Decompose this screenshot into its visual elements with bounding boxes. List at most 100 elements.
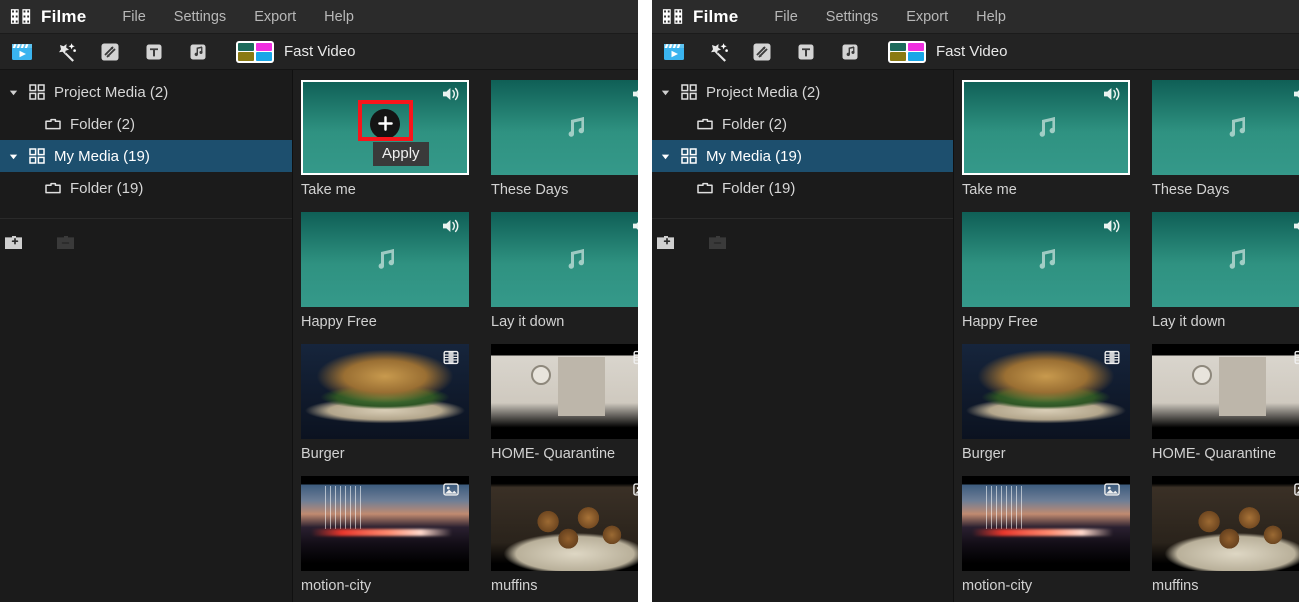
media-tile[interactable]: HOME- Quarantine <box>491 344 638 462</box>
sidebar-item-folder-project[interactable]: Folder (2) <box>0 108 292 140</box>
add-to-timeline-button[interactable] <box>370 108 400 139</box>
sidebar-item-folder-my-media[interactable]: Folder (19) <box>652 172 953 204</box>
toolbar-audio-button[interactable] <box>176 34 220 70</box>
toolbar-transition-button[interactable] <box>88 34 132 70</box>
media-thumbnail[interactable]: Apply <box>301 80 469 175</box>
sidebar-item-project-media[interactable]: Project Media (2) <box>0 76 292 108</box>
toolbar-effects-button[interactable] <box>44 34 88 70</box>
sidebar-item-my-media[interactable]: My Media (19) <box>652 140 953 172</box>
sidebar-item-label: Folder (19) <box>70 179 144 197</box>
sidebar-item-folder-project[interactable]: Folder (2) <box>652 108 953 140</box>
panel-body: Project Media (2) Folder (2) My Media (1… <box>652 70 1299 602</box>
app-brand: Filme <box>652 7 760 27</box>
media-thumbnail[interactable] <box>1152 344 1299 439</box>
fast-video-button[interactable]: Fast Video <box>888 40 1008 63</box>
menu-file[interactable]: File <box>760 6 811 28</box>
text-icon <box>143 41 165 63</box>
chevron-down-icon[interactable] <box>6 85 20 99</box>
sidebar-item-my-media[interactable]: My Media (19) <box>0 140 292 172</box>
sidebar-item-label: Folder (19) <box>722 179 796 197</box>
toolbar-effects-button[interactable] <box>696 34 740 70</box>
sidebar-item-label: Folder (2) <box>722 115 788 133</box>
media-tile[interactable]: muffins <box>1152 476 1299 594</box>
fast-video-button[interactable]: Fast Video <box>236 40 355 63</box>
toolbar-media-button[interactable] <box>0 34 44 70</box>
media-tile[interactable]: motion-city <box>962 476 1130 594</box>
folder-icon <box>44 179 62 197</box>
new-folder-icon[interactable] <box>4 233 26 252</box>
audio-note-icon <box>1029 111 1063 145</box>
media-thumbnail[interactable] <box>491 344 638 439</box>
media-tile[interactable]: motion-city <box>301 476 469 594</box>
menu-settings[interactable]: Settings <box>812 6 892 28</box>
speaker-icon <box>631 217 638 235</box>
media-tile[interactable]: Apply Take me <box>301 80 469 198</box>
media-thumbnail[interactable] <box>962 80 1130 175</box>
media-thumbnail[interactable] <box>301 212 469 307</box>
media-tile-label: These Days <box>1152 182 1230 198</box>
media-thumbnail[interactable] <box>1152 80 1299 175</box>
picture-icon <box>631 481 638 499</box>
media-tile[interactable]: muffins <box>491 476 638 594</box>
speaker-icon <box>1102 85 1124 103</box>
media-thumbnail[interactable] <box>491 212 638 307</box>
chevron-down-icon[interactable] <box>6 149 20 163</box>
media-tile[interactable]: These Days <box>491 80 638 198</box>
media-clapperboard-icon <box>11 41 33 63</box>
audio-note-icon <box>839 41 861 63</box>
media-tile[interactable]: Burger <box>962 344 1130 462</box>
media-thumbnail[interactable] <box>1152 212 1299 307</box>
menu-export[interactable]: Export <box>892 6 962 28</box>
media-tile[interactable]: Happy Free <box>962 212 1130 330</box>
media-tile[interactable]: Lay it down <box>491 212 638 330</box>
toolbar-audio-button[interactable] <box>828 34 872 70</box>
toolbar-text-button[interactable] <box>132 34 176 70</box>
library-tree: Project Media (2) Folder (2) My Media (1… <box>652 70 953 204</box>
media-tile-label: muffins <box>1152 578 1199 594</box>
menu-export[interactable]: Export <box>240 6 310 28</box>
app-brand: Filme <box>0 7 108 27</box>
new-folder-icon[interactable] <box>656 233 678 252</box>
picture-icon <box>441 481 463 499</box>
fast-video-label: Fast Video <box>936 43 1008 60</box>
grid-icon <box>28 147 46 165</box>
chevron-down-icon[interactable] <box>658 85 672 99</box>
library-tree: Project Media (2) Folder (2) My Media (1… <box>0 70 292 204</box>
sidebar-item-folder-my-media[interactable]: Folder (19) <box>0 172 292 204</box>
menu-help[interactable]: Help <box>962 6 1020 28</box>
toolbar-transition-button[interactable] <box>740 34 784 70</box>
media-tile[interactable]: Lay it down <box>1152 212 1299 330</box>
app-title: Filme <box>693 6 739 26</box>
toolbar-media-button[interactable] <box>652 34 696 70</box>
chevron-down-icon[interactable] <box>658 149 672 163</box>
media-tile-label: Happy Free <box>962 314 1038 330</box>
sidebar-item-label: Project Media (2) <box>54 83 169 101</box>
media-grid-area: Take me These Days Happy Free Lay it dow… <box>954 70 1299 602</box>
speaker-icon <box>1292 217 1299 235</box>
media-thumbnail[interactable] <box>1152 476 1299 571</box>
media-thumbnail[interactable] <box>301 344 469 439</box>
media-grid: Apply Take me These Days Happy Free Lay … <box>293 70 638 594</box>
media-tile[interactable]: Happy Free <box>301 212 469 330</box>
media-thumbnail[interactable] <box>962 344 1130 439</box>
media-thumbnail[interactable] <box>962 212 1130 307</box>
media-thumbnail[interactable] <box>491 80 638 175</box>
media-tile[interactable]: HOME- Quarantine <box>1152 344 1299 462</box>
media-tile[interactable]: These Days <box>1152 80 1299 198</box>
menu-help[interactable]: Help <box>310 6 368 28</box>
media-thumbnail[interactable] <box>962 476 1130 571</box>
menu-file[interactable]: File <box>108 6 159 28</box>
media-thumbnail[interactable] <box>301 476 469 571</box>
audio-note-icon <box>1029 243 1063 277</box>
thumbnail-image <box>491 476 638 571</box>
media-tile-label: Lay it down <box>491 314 565 330</box>
menu-settings[interactable]: Settings <box>160 6 240 28</box>
sidebar-item-project-media[interactable]: Project Media (2) <box>652 76 953 108</box>
media-thumbnail[interactable] <box>491 476 638 571</box>
audio-note-icon <box>558 111 592 145</box>
transition-icon <box>99 41 121 63</box>
media-tile-label: motion-city <box>301 578 372 594</box>
media-tile[interactable]: Burger <box>301 344 469 462</box>
media-tile[interactable]: Take me <box>962 80 1130 198</box>
toolbar-text-button[interactable] <box>784 34 828 70</box>
